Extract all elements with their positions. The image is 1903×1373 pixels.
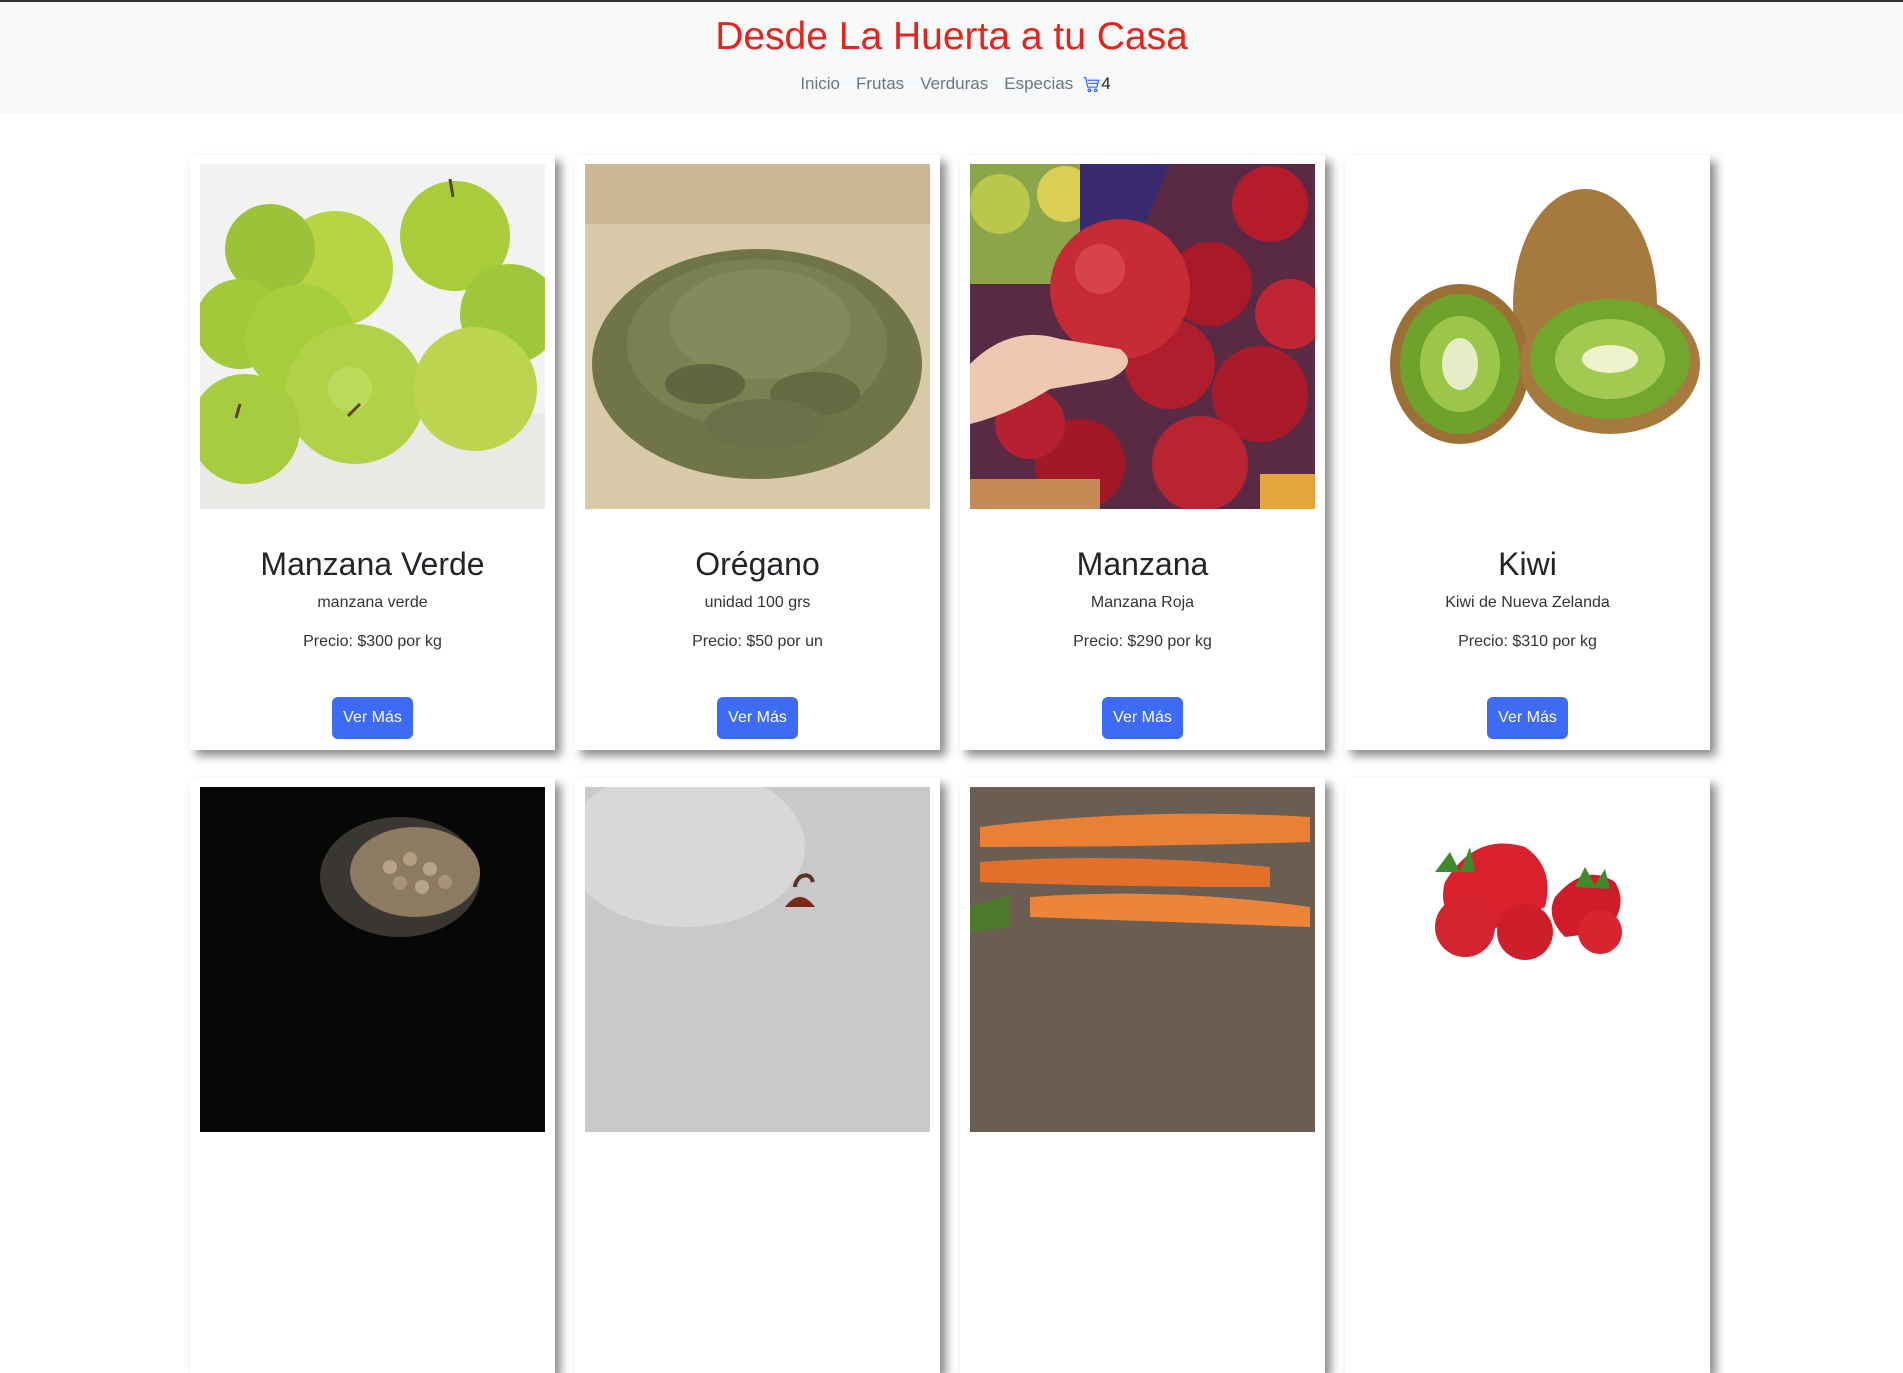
- product-card: Manzana Verde manzana verde Precio: $300…: [190, 155, 555, 750]
- cart-icon[interactable]: [1083, 76, 1100, 93]
- navbar: Desde La Huerta a tu Casa Inicio Frutas …: [0, 2, 1903, 114]
- brand-title[interactable]: Desde La Huerta a tu Casa: [715, 16, 1188, 58]
- nav-link-verduras[interactable]: Verduras: [920, 74, 988, 94]
- product-card: Manzana Manzana Roja Precio: $290 por kg…: [960, 155, 1325, 750]
- product-description: Manzana Roja: [1090, 594, 1195, 611]
- product-card: [960, 778, 1325, 1373]
- oregano-image: [585, 164, 930, 509]
- ver-mas-button[interactable]: Ver Más: [717, 697, 798, 739]
- product-card: [575, 778, 940, 1373]
- product-card: Orégano unidad 100 grs Precio: $50 por u…: [575, 155, 940, 750]
- green-apples-image: [200, 164, 545, 509]
- product-title: Manzana Verde: [260, 546, 485, 582]
- ver-mas-button[interactable]: Ver Más: [332, 697, 413, 739]
- ver-mas-button[interactable]: Ver Más: [1487, 697, 1568, 739]
- product-price: Precio: $300 por kg: [303, 633, 442, 650]
- red-apples-image: [970, 164, 1315, 509]
- product-card: [1345, 778, 1710, 1373]
- product-title: Kiwi: [1498, 546, 1557, 582]
- pepper-jar-image: [200, 787, 545, 1132]
- nav-links: Inicio Frutas Verduras Especias 4: [792, 74, 1110, 94]
- chili-pepper-image: [585, 787, 930, 1132]
- strawberries-image: [1355, 787, 1700, 1132]
- product-title: Manzana: [1076, 546, 1209, 582]
- product-grid: Manzana Verde manzana verde Precio: $300…: [190, 155, 1710, 1373]
- nav-link-inicio[interactable]: Inicio: [800, 74, 840, 94]
- product-card: [190, 778, 555, 1373]
- product-price: Precio: $50 por un: [692, 633, 823, 650]
- cart-count: 4: [1101, 74, 1111, 93]
- cart-widget[interactable]: 4: [1083, 74, 1111, 94]
- nav-link-frutas[interactable]: Frutas: [856, 74, 904, 94]
- product-title: Orégano: [695, 546, 820, 582]
- carrots-image: [970, 787, 1315, 1132]
- product-card: Kiwi Kiwi de Nueva Zelanda Precio: $310 …: [1345, 155, 1710, 750]
- product-price: Precio: $310 por kg: [1458, 633, 1597, 650]
- product-description: Kiwi de Nueva Zelanda: [1445, 594, 1610, 611]
- kiwi-image: [1355, 164, 1700, 509]
- nav-link-especias[interactable]: Especias: [1004, 74, 1073, 94]
- product-description: unidad 100 grs: [704, 594, 811, 611]
- ver-mas-button[interactable]: Ver Más: [1102, 697, 1183, 739]
- product-price: Precio: $290 por kg: [1073, 633, 1212, 650]
- product-description: manzana verde: [317, 594, 428, 611]
